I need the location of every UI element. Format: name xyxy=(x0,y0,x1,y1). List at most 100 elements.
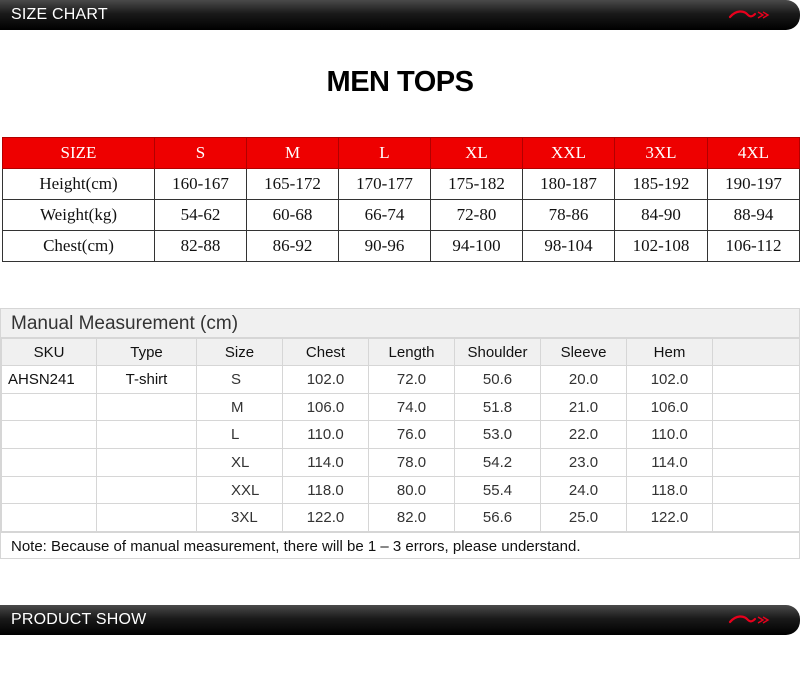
empty-cell xyxy=(712,420,800,450)
column-header: Type xyxy=(96,338,197,366)
length-cell: 72.0 xyxy=(368,365,455,394)
header-cell: XL xyxy=(430,137,523,169)
brand-logo-icon xyxy=(728,615,770,624)
sku-cell xyxy=(1,392,97,422)
table-row: XXL 118.0 80.0 55.4 24.0 118.0 xyxy=(1,475,800,505)
hem-cell: 102.0 xyxy=(626,365,713,394)
table-row: M 106.0 74.0 51.8 21.0 106.0 xyxy=(1,392,800,422)
size-cell: XXL xyxy=(196,475,283,505)
table-cell: 78-86 xyxy=(522,199,615,231)
chest-cell: 102.0 xyxy=(282,365,369,394)
table-cell: 90-96 xyxy=(338,230,431,262)
hem-cell: 118.0 xyxy=(626,475,713,505)
shoulder-cell: 56.6 xyxy=(454,503,541,533)
sku-cell xyxy=(1,420,97,450)
hem-cell: 114.0 xyxy=(626,448,713,477)
table-cell: 94-100 xyxy=(430,230,523,262)
table-cell: 175-182 xyxy=(430,168,523,200)
size-cell: M xyxy=(196,392,283,422)
length-cell: 82.0 xyxy=(368,503,455,533)
manual-measurement-title: Manual Measurement (cm) xyxy=(1,309,799,338)
table-cell: 106-112 xyxy=(707,230,800,262)
measurement-note: Note: Because of manual measurement, the… xyxy=(1,532,799,559)
manual-header-row: SKU Type Size Chest Length Shoulder Slee… xyxy=(1,338,800,366)
column-header: Hem xyxy=(626,338,713,366)
chest-cell: 106.0 xyxy=(282,392,369,422)
column-header: Chest xyxy=(282,338,369,366)
table-row: Height(cm) 160-167 165-172 170-177 175-1… xyxy=(2,168,800,200)
table-row: Weight(kg) 54-62 60-68 66-74 72-80 78-86… xyxy=(2,199,800,231)
size-cell: S xyxy=(196,365,283,394)
sleeve-cell: 21.0 xyxy=(540,392,627,422)
header-cell: L xyxy=(338,137,431,169)
header-cell: XXL xyxy=(522,137,615,169)
table-cell: 160-167 xyxy=(154,168,247,200)
length-cell: 74.0 xyxy=(368,392,455,422)
banner-title: SIZE CHART xyxy=(11,6,108,23)
shoulder-cell: 54.2 xyxy=(454,448,541,477)
type-cell xyxy=(96,448,197,477)
banner-title: PRODUCT SHOW xyxy=(11,611,147,628)
table-cell: 86-92 xyxy=(246,230,339,262)
table-row: AHSN241 T-shirt S 102.0 72.0 50.6 20.0 1… xyxy=(1,365,800,394)
row-label: Weight(kg) xyxy=(2,199,155,231)
table-cell: 190-197 xyxy=(707,168,800,200)
column-header: SKU xyxy=(1,338,97,366)
shoulder-cell: 50.6 xyxy=(454,365,541,394)
header-cell: S xyxy=(154,137,247,169)
length-cell: 78.0 xyxy=(368,448,455,477)
table-cell: 88-94 xyxy=(707,199,800,231)
column-header: Size xyxy=(196,338,283,366)
type-cell xyxy=(96,475,197,505)
chest-cell: 110.0 xyxy=(282,420,369,450)
chest-cell: 122.0 xyxy=(282,503,369,533)
table-cell: 60-68 xyxy=(246,199,339,231)
sku-cell xyxy=(1,503,97,533)
row-label: Chest(cm) xyxy=(2,230,155,262)
size-chart-header-row: SIZE S M L XL XXL 3XL 4XL xyxy=(2,137,800,169)
table-cell: 66-74 xyxy=(338,199,431,231)
sku-cell xyxy=(1,475,97,505)
type-cell xyxy=(96,392,197,422)
table-cell: 54-62 xyxy=(154,199,247,231)
header-cell: SIZE xyxy=(2,137,155,169)
manual-measurement-panel: Manual Measurement (cm) SKU Type Size Ch… xyxy=(0,308,800,559)
sku-cell xyxy=(1,448,97,477)
type-cell xyxy=(96,420,197,450)
chest-cell: 118.0 xyxy=(282,475,369,505)
size-chart-banner: SIZE CHART xyxy=(0,0,800,30)
shoulder-cell: 55.4 xyxy=(454,475,541,505)
column-header: Shoulder xyxy=(454,338,541,366)
hem-cell: 110.0 xyxy=(626,420,713,450)
empty-cell xyxy=(712,475,800,505)
sleeve-cell: 24.0 xyxy=(540,475,627,505)
table-cell: 72-80 xyxy=(430,199,523,231)
size-chart-table: SIZE S M L XL XXL 3XL 4XL Height(cm) 160… xyxy=(2,137,800,262)
empty-cell xyxy=(712,392,800,422)
row-label: Height(cm) xyxy=(2,168,155,200)
manual-measurement-table: SKU Type Size Chest Length Shoulder Slee… xyxy=(1,338,800,533)
hem-cell: 106.0 xyxy=(626,392,713,422)
column-header xyxy=(712,338,800,366)
shoulder-cell: 53.0 xyxy=(454,420,541,450)
sleeve-cell: 22.0 xyxy=(540,420,627,450)
type-cell: T-shirt xyxy=(96,365,197,394)
type-cell xyxy=(96,503,197,533)
column-header: Sleeve xyxy=(540,338,627,366)
header-cell: 3XL xyxy=(614,137,708,169)
empty-cell xyxy=(712,365,800,394)
table-cell: 102-108 xyxy=(614,230,708,262)
table-cell: 84-90 xyxy=(614,199,708,231)
empty-cell xyxy=(712,448,800,477)
header-cell: 4XL xyxy=(707,137,800,169)
column-header: Length xyxy=(368,338,455,366)
sku-cell: AHSN241 xyxy=(1,365,97,394)
chest-cell: 114.0 xyxy=(282,448,369,477)
shoulder-cell: 51.8 xyxy=(454,392,541,422)
size-cell: 3XL xyxy=(196,503,283,533)
table-cell: 170-177 xyxy=(338,168,431,200)
empty-cell xyxy=(712,503,800,533)
sleeve-cell: 20.0 xyxy=(540,365,627,394)
table-row: 3XL 122.0 82.0 56.6 25.0 122.0 xyxy=(1,503,800,533)
hem-cell: 122.0 xyxy=(626,503,713,533)
